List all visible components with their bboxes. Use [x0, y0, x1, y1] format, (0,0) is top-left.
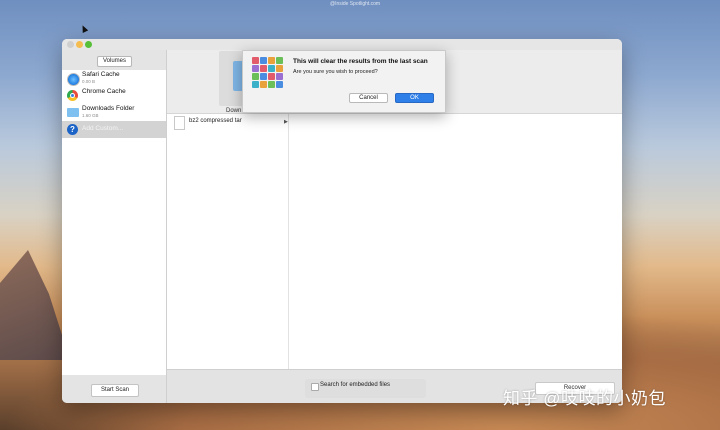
safari-icon — [67, 73, 80, 86]
dialog-title: This will clear the results from the las… — [293, 58, 428, 65]
mouse-cursor-icon — [79, 24, 89, 33]
watermark: 知乎 @吱吱的小奶包 — [503, 389, 666, 408]
cancel-button[interactable]: Cancel — [349, 93, 388, 103]
file-name: bz2 compressed tar — [189, 118, 242, 124]
sidebar-item-label: Safari Cache — [82, 71, 120, 78]
sidebar-item-add-custom[interactable]: ? Add Custom... — [62, 121, 166, 138]
dialog-message: Are you sure you wish to proceed? — [293, 69, 378, 75]
embedded-files-option[interactable]: Search for embedded files — [305, 379, 426, 398]
ok-button[interactable]: OK — [395, 93, 434, 103]
sidebar-item-chrome-cache[interactable]: Chrome Cache — [62, 87, 166, 104]
folder-icon — [67, 108, 79, 117]
volume-list: Safari Cache 0.00 B Chrome Cache Downloa… — [62, 70, 166, 375]
start-scan-button[interactable]: Start Scan — [91, 384, 139, 397]
sidebar-item-size: 0.00 B — [82, 79, 96, 84]
file-icon — [174, 116, 185, 130]
volumes-tab[interactable]: Volumes — [97, 56, 132, 67]
file-browser: bz2 compressed tar ▶ — [167, 113, 622, 370]
disclosure-arrow-icon: ▶ — [284, 119, 288, 125]
sidebar: Volumes Safari Cache 0.00 B Chrome Cache… — [62, 50, 167, 403]
sidebar-item-safari-cache[interactable]: Safari Cache 0.00 B — [62, 70, 166, 87]
sidebar-item-label: Downloads Folder — [82, 105, 135, 112]
sidebar-item-label: Add Custom... — [82, 125, 124, 132]
embedded-files-label: Search for embedded files — [320, 382, 391, 388]
help-icon: ? — [67, 124, 78, 135]
app-icon — [252, 57, 284, 89]
embedded-files-checkbox[interactable] — [311, 383, 319, 391]
title-bar — [62, 39, 622, 50]
zoom-button[interactable] — [85, 41, 92, 48]
desktop-mountain — [0, 250, 70, 360]
sidebar-item-downloads-folder[interactable]: Downloads Folder 1.60 GB — [62, 104, 166, 121]
sidebar-item-label: Chrome Cache — [82, 88, 126, 95]
minimize-button[interactable] — [76, 41, 83, 48]
desktop-top-label: @Inside Spotlight.com — [330, 1, 381, 7]
chrome-icon — [67, 90, 78, 101]
close-button[interactable] — [67, 41, 74, 48]
sidebar-item-size: 1.60 GB — [82, 113, 99, 118]
confirm-dialog: This will clear the results from the las… — [242, 50, 446, 113]
browser-column: bz2 compressed tar ▶ — [167, 114, 289, 370]
